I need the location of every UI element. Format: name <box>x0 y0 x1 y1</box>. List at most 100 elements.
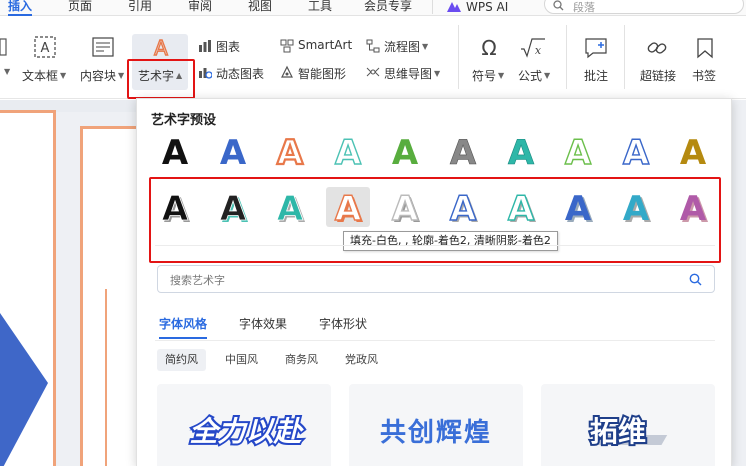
mindmap-button[interactable]: 思维导图 ▼ <box>384 65 440 82</box>
mindmap-icon <box>366 67 380 77</box>
dynamic-chart-button[interactable]: 动态图表 <box>216 65 264 82</box>
wordart-preset-letter: A <box>277 133 304 173</box>
tab-font-style[interactable]: 字体风格 <box>159 315 208 339</box>
row1-preset-9[interactable]: A <box>614 131 658 173</box>
chevron-down-icon: ▼ <box>434 69 441 78</box>
comment-label: 批注 <box>584 69 609 83</box>
partial-dropdown[interactable]: ▼ <box>2 67 10 76</box>
tab-insert[interactable]: 插入 <box>8 0 33 16</box>
panel-divider <box>155 245 715 246</box>
preview-card[interactable]: 共创辉煌 <box>349 384 523 466</box>
tab-font-effect[interactable]: 字体效果 <box>239 315 287 332</box>
row1-preset-1[interactable]: A <box>153 131 197 173</box>
flowchart-icon <box>366 39 380 53</box>
row1-preset-10[interactable]: A <box>671 131 715 173</box>
chevron-down-icon: ▼ <box>544 71 551 80</box>
preview-card-art: 拓维 <box>588 413 668 450</box>
wordart-preset-letter: A <box>680 133 707 173</box>
tab-page[interactable]: 页面 <box>68 0 92 16</box>
formula-button[interactable]: 公式 ▼ <box>518 67 550 84</box>
wordart-preset-glyph: A <box>334 132 362 173</box>
comment-icon <box>585 38 607 59</box>
dynamic-chart-label: 动态图表 <box>216 67 265 81</box>
preview-card[interactable]: 拓维 <box>541 384 715 466</box>
smartart-icon <box>280 39 294 53</box>
tab-reference[interactable]: 引用 <box>128 0 152 16</box>
preview-card-text: 拓维 <box>590 415 646 448</box>
search-icon[interactable] <box>689 273 702 286</box>
link-icon <box>647 42 667 54</box>
tab-divider <box>155 340 715 341</box>
chip-party[interactable]: 党政风 <box>337 349 386 371</box>
flowchart-button[interactable]: 流程图 ▼ <box>384 38 428 55</box>
row1-preset-8[interactable]: A <box>556 131 600 173</box>
comment-button[interactable]: 批注 <box>584 67 608 84</box>
svg-text:A: A <box>41 41 50 56</box>
flowchart-label: 流程图 <box>384 40 421 54</box>
chart-button[interactable]: 图表 <box>216 38 240 55</box>
smart-shape-button[interactable]: 智能图形 <box>298 65 346 82</box>
mindmap-label: 思维导图 <box>384 67 433 81</box>
bookmark-button[interactable]: 书签 <box>692 67 716 84</box>
wordart-preset-letter: A <box>392 133 419 173</box>
wordart-preset-title: 艺术字预设 <box>151 113 217 128</box>
row1-preset-5[interactable]: A <box>383 131 427 173</box>
slide-thumbnail[interactable] <box>0 110 56 466</box>
wordart-preset-glyph: A <box>622 132 650 173</box>
search-icon <box>553 0 564 11</box>
row1-preset-3[interactable]: A <box>268 131 312 174</box>
chart-icon <box>199 40 211 52</box>
wordart-preset-glyph: A <box>162 133 189 173</box>
wordart-search-placeholder: 搜索艺术字 <box>170 274 225 287</box>
wordart-icon: A <box>153 36 168 58</box>
omega-icon: Ω <box>481 37 496 59</box>
tab-review[interactable]: 审阅 <box>188 0 212 16</box>
wordart-preset-letter: A <box>219 133 246 173</box>
smartart-button[interactable]: SmartArt <box>298 38 352 52</box>
content-block-label: 内容块 <box>80 69 117 83</box>
row1-preset-4[interactable]: A <box>326 131 370 173</box>
hyperlink-button[interactable]: 超链接 <box>640 67 676 84</box>
svg-text:Ω: Ω <box>481 37 496 59</box>
chevron-down-icon: ▼ <box>498 71 505 80</box>
row1-preset-6[interactable]: A <box>441 131 485 174</box>
slide-page[interactable] <box>80 126 136 466</box>
wps-ai-label: WPS AI <box>466 0 509 14</box>
textbox-button[interactable]: 文本框 ▼ <box>22 67 66 84</box>
symbol-button[interactable]: 符号 ▼ <box>472 67 504 84</box>
wordart-highlight-box <box>127 59 195 99</box>
smartart-label: SmartArt <box>298 38 353 52</box>
bookmark-icon <box>697 38 713 59</box>
chip-simple[interactable]: 简约风 <box>157 349 206 371</box>
content-block-button[interactable]: 内容块 ▼ <box>80 67 124 84</box>
symbol-label: 符号 <box>472 69 497 83</box>
tab-tools[interactable]: 工具 <box>308 0 332 16</box>
row1-preset-2[interactable]: A <box>211 131 255 173</box>
ribbon-toolbar: ▼ A 文本框 ▼ 内容块 ▼ A 艺术字 ▲ 图表 动态图表 SmartArt 智能… <box>0 17 746 99</box>
wordart-search-input[interactable]: 搜索艺术字 <box>157 265 715 293</box>
ribbon-divider <box>458 25 459 89</box>
wps-ai-icon <box>447 2 461 12</box>
chip-chinese[interactable]: 中国风 <box>217 349 266 371</box>
svg-text:x: x <box>535 44 542 57</box>
preview-card[interactable]: 全力以赴 <box>157 384 331 466</box>
formula-label: 公式 <box>518 69 543 83</box>
wordart-preset-letter: A <box>507 133 534 173</box>
wordart-preset-glyph: A <box>680 133 707 173</box>
wordart-preset-letter: A <box>335 133 362 173</box>
top-search-input[interactable]: 段落 <box>544 0 744 14</box>
chip-business[interactable]: 商务风 <box>277 349 326 371</box>
tab-view[interactable]: 视图 <box>248 0 272 16</box>
preset-tooltip: 填充-白色, , 轮廓-着色2, 清晰阴影-着色2 <box>343 231 558 251</box>
wps-ai-button[interactable]: WPS AI <box>446 0 508 14</box>
preview-card-text: 共创辉煌 <box>380 418 492 448</box>
wordart-preset-letter: A <box>162 133 189 173</box>
tab-member[interactable]: 会员专享 <box>364 0 412 16</box>
tab-font-shape[interactable]: 字体形状 <box>319 315 367 332</box>
bookmark-label: 书签 <box>692 69 717 83</box>
svg-text:A: A <box>154 36 168 58</box>
slide-shape <box>0 313 48 466</box>
partial-icon <box>0 38 7 56</box>
chevron-down-icon: ▼ <box>422 42 429 51</box>
row1-preset-7[interactable]: A <box>499 131 543 174</box>
